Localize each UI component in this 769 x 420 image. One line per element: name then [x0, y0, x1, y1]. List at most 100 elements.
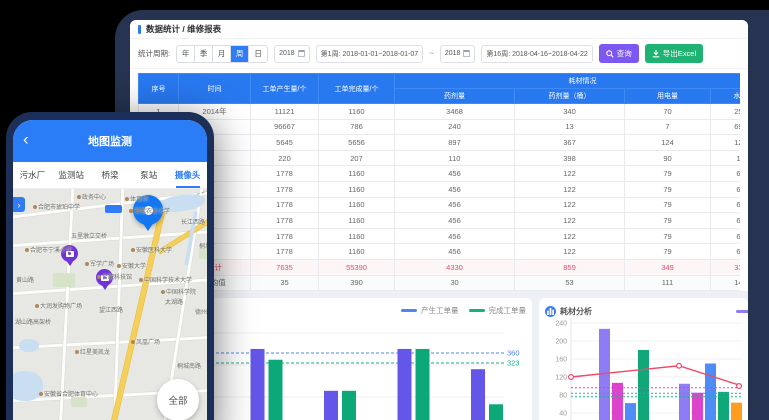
- all-filter-button[interactable]: 全部: [157, 379, 199, 420]
- table-row[interactable]: 96667786240137690: [139, 119, 741, 135]
- table-cell: 67: [711, 181, 741, 197]
- table-cell: 456: [395, 181, 515, 197]
- end-year-select[interactable]: 2018: [440, 45, 476, 63]
- report-table-container[interactable]: 序号 时间 工单产生量/个 工单完成量/个 耗材情况 药剂量药剂量（桶）用电量水…: [138, 73, 740, 291]
- table-row[interactable]: 177811604561227967: [139, 213, 741, 229]
- poi-dot-icon: [77, 195, 81, 199]
- sub-col-header: 药剂量（桶）: [515, 89, 625, 104]
- period-option-季[interactable]: 季: [195, 46, 213, 62]
- table-cell: 129: [711, 135, 741, 151]
- table-cell: 55390: [319, 259, 395, 275]
- legend-item[interactable]: 完成工单量: [469, 305, 527, 316]
- table-cell: 1778: [251, 213, 319, 229]
- poi-dot-icon: [129, 209, 133, 213]
- map-poi-label: 五里墩立交桥: [71, 231, 107, 240]
- charts-row: 产生工单量完成工单量 360323 耗材分析 2402001601208040: [130, 298, 748, 420]
- phone-tab-摄像头[interactable]: 摄像头: [168, 162, 207, 188]
- chart2-header: 耗材分析: [545, 304, 742, 318]
- period-option-日[interactable]: 日: [249, 46, 267, 62]
- legend-label: 完成工单量: [489, 305, 527, 316]
- map-view[interactable]: › 全部 政务中心合肥市琥珀中学体育场安徽农业大学长江西路桐城路五里墩立交桥安徽…: [13, 189, 207, 420]
- table-cell: 456: [395, 213, 515, 229]
- table-cell: 456: [395, 197, 515, 213]
- map-poi-label: 合肥市琥珀中学: [33, 202, 80, 211]
- phone-mockup: ‹ 地图监测 污水厂监测站桥梁泵站摄像头: [6, 112, 214, 420]
- consumables-chart[interactable]: 2402001601208040: [545, 318, 742, 420]
- dashboard: 数据统计 / 维修报表 统计周期: 年季月周日 2018 第1周: 2018-0…: [130, 20, 748, 420]
- table-cell: 859: [515, 259, 625, 275]
- table-cell: 30: [395, 275, 515, 291]
- period-segmented-control[interactable]: 年季月周日: [176, 45, 268, 63]
- table-cell: 67: [711, 166, 741, 182]
- col-header-done: 工单完成量/个: [319, 74, 395, 104]
- export-button-label: 导出Excel: [663, 48, 696, 59]
- end-week-select[interactable]: 第16周: 2018-04-16~2018-04-22: [481, 45, 592, 63]
- table-row[interactable]: 177811604561227967: [139, 228, 741, 244]
- table-cell: 79: [625, 181, 711, 197]
- map-poi-label: 湖山路高架桥: [15, 317, 51, 326]
- map-expand-button[interactable]: ›: [13, 197, 25, 212]
- back-chevron-icon[interactable]: ‹: [23, 130, 29, 147]
- start-week-select[interactable]: 第1周: 2018-01-01~2018-01-07: [316, 45, 423, 63]
- table-cell: 1778: [251, 228, 319, 244]
- table-row[interactable]: 56455656897367124129: [139, 135, 741, 151]
- table-row[interactable]: 177811604561227967: [139, 166, 741, 182]
- table-row[interactable]: 177811604561227967: [139, 244, 741, 260]
- phone-tab-桥梁[interactable]: 桥梁: [91, 162, 130, 188]
- table-cell: 140: [711, 275, 741, 291]
- table-cell: 110: [395, 150, 515, 166]
- download-icon: [652, 50, 660, 58]
- query-button[interactable]: 查询: [599, 44, 639, 63]
- end-week-value: 第16周: 2018-04-16~2018-04-22: [486, 49, 587, 59]
- poi-dot-icon: [97, 275, 101, 279]
- breadcrumb-text: 数据统计 / 维修报表: [146, 23, 221, 35]
- poi-dot-icon: [139, 278, 143, 282]
- table-cell: 67: [711, 197, 741, 213]
- table-cell: 786: [319, 119, 395, 135]
- table-cell: 367: [515, 135, 625, 151]
- table-cell: 1160: [319, 213, 395, 229]
- legend-item[interactable]: 产生工单量: [401, 305, 459, 316]
- search-icon: [606, 50, 614, 58]
- range-separator: ~: [429, 49, 434, 58]
- table-cell: 250: [711, 104, 741, 120]
- table-cell: 330: [711, 259, 741, 275]
- table-cell: 3468: [395, 104, 515, 120]
- table-cell: 1778: [251, 166, 319, 182]
- period-option-月[interactable]: 月: [213, 46, 231, 62]
- table-cell: 111: [625, 275, 711, 291]
- map-poi-label: 安徽医科大学: [131, 245, 172, 254]
- table-row[interactable]: 12014年111211160346834070250: [139, 104, 741, 120]
- map-poi-label: 体育场: [125, 194, 148, 203]
- breadcrumb: 数据统计 / 维修报表: [130, 20, 748, 39]
- start-week-value: 第1周: 2018-01-01~2018-01-07: [321, 49, 418, 59]
- map-poi-label: 合肥市宁溪小学: [25, 245, 72, 254]
- table-cell: 5645: [251, 135, 319, 151]
- phone-tab-监测站[interactable]: 监测站: [52, 162, 91, 188]
- table-average-row[interactable]: 平均值353903053111140: [139, 275, 741, 291]
- phone-page-title: 地图监测: [88, 133, 132, 149]
- phone-app-header: ‹ 地图监测: [13, 120, 207, 162]
- table-cell: 67: [711, 213, 741, 229]
- table-cell: 1160: [319, 244, 395, 260]
- report-table: 序号 时间 工单产生量/个 工单完成量/个 耗材情况 药剂量药剂量（桶）用电量水…: [138, 73, 740, 291]
- phone-tab-泵站[interactable]: 泵站: [129, 162, 168, 188]
- table-total-row[interactable]: 合计7635553904330859349330: [139, 259, 741, 275]
- table-cell: 5656: [319, 135, 395, 151]
- table-cell: 79: [625, 166, 711, 182]
- poi-dot-icon: [35, 304, 39, 308]
- calendar-icon: [298, 50, 305, 57]
- table-row[interactable]: 2202071103989019: [139, 150, 741, 166]
- phone-tab-污水厂[interactable]: 污水厂: [13, 162, 52, 188]
- export-excel-button[interactable]: 导出Excel: [645, 44, 703, 63]
- table-cell: 456: [395, 244, 515, 260]
- map-park: [53, 273, 75, 287]
- period-option-年[interactable]: 年: [177, 46, 195, 62]
- period-option-周[interactable]: 周: [231, 46, 249, 62]
- table-row[interactable]: 177811604561227967: [139, 181, 741, 197]
- table-cell: 122: [515, 181, 625, 197]
- map-poi-label: 安徽大学: [117, 261, 146, 270]
- svg-text:160: 160: [555, 357, 567, 364]
- start-year-select[interactable]: 2018: [274, 45, 310, 63]
- table-row[interactable]: 177811604561227967: [139, 197, 741, 213]
